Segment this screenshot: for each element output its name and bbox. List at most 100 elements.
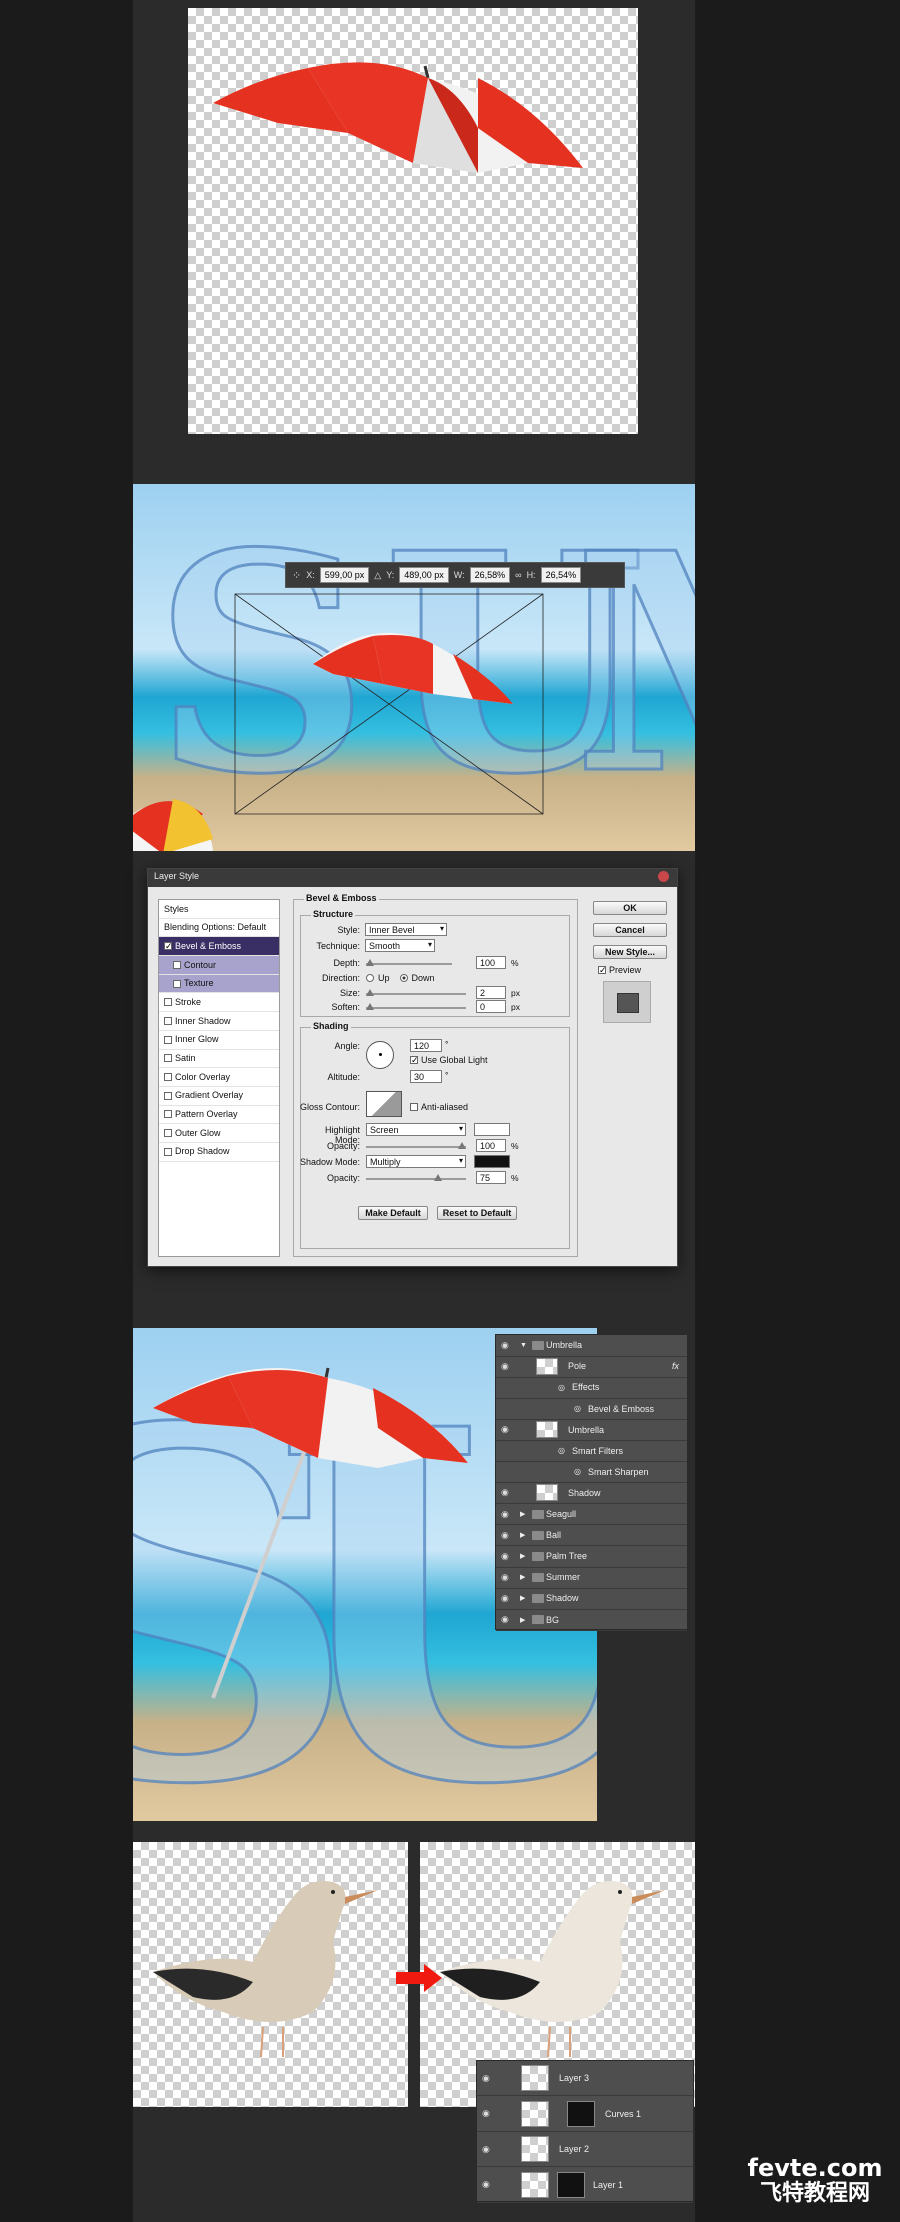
gloss-contour-picker[interactable] <box>366 1091 402 1117</box>
expand-arrow-icon[interactable]: ▶ <box>520 1594 525 1602</box>
style-checkbox[interactable] <box>164 1073 172 1082</box>
anti-aliased-option[interactable]: Anti-aliased <box>410 1102 468 1112</box>
highlight-opacity-input[interactable]: 100 <box>476 1139 506 1152</box>
style-item[interactable]: Satin <box>159 1050 279 1069</box>
w-field[interactable]: 26,58% <box>469 567 511 583</box>
layer-row[interactable]: ◉ Pole fx <box>496 1356 687 1378</box>
style-item[interactable]: Outer Glow <box>159 1124 279 1143</box>
layer-row[interactable]: ◎ Smart Filters <box>496 1441 687 1463</box>
style-item[interactable]: Drop Shadow <box>159 1143 279 1162</box>
eye-icon[interactable]: ◉ <box>501 1530 509 1541</box>
style-item[interactable]: ✓ Bevel & Emboss <box>159 937 279 957</box>
eye-icon[interactable]: ◉ <box>482 2179 490 2190</box>
style-select[interactable]: Inner Bevel <box>365 923 447 936</box>
shadow-opacity-slider[interactable] <box>366 1174 466 1181</box>
effects-eye-icon[interactable]: ◎ <box>558 1383 565 1392</box>
fx-icon[interactable]: fx <box>672 1361 679 1371</box>
highlight-color-swatch[interactable] <box>474 1123 510 1136</box>
eye-icon[interactable]: ◉ <box>482 2144 490 2155</box>
style-checkbox[interactable] <box>164 1035 172 1044</box>
depth-slider[interactable] <box>366 959 452 966</box>
close-icon[interactable] <box>658 871 669 882</box>
highlight-mode-select[interactable]: Screen <box>366 1123 466 1136</box>
style-checkbox[interactable] <box>164 1091 172 1100</box>
size-input[interactable]: 2 <box>476 986 506 999</box>
x-field[interactable]: 599,00 px <box>319 567 370 583</box>
radio-up[interactable] <box>366 974 374 982</box>
radio-down[interactable] <box>399 974 408 982</box>
reset-to-default-button[interactable]: Reset to Default <box>437 1206 517 1220</box>
layer-row[interactable]: ◉ ▶ Summer <box>496 1567 687 1589</box>
transform-bounding-box[interactable] <box>133 484 695 851</box>
style-item[interactable]: Gradient Overlay <box>159 1087 279 1106</box>
highlight-opacity-slider[interactable] <box>366 1142 466 1149</box>
soften-input[interactable]: 0 <box>476 1000 506 1013</box>
expand-arrow-icon[interactable]: ▶ <box>520 1616 525 1624</box>
effect-eye-icon[interactable]: ◎ <box>574 1467 581 1476</box>
layer-row[interactable]: ◎ Smart Sharpen <box>496 1462 687 1484</box>
style-checkbox[interactable] <box>164 1054 172 1063</box>
layer-row[interactable]: ◉ Umbrella <box>496 1419 687 1441</box>
angle-input[interactable]: 120 <box>410 1039 442 1052</box>
style-checkbox[interactable] <box>164 1129 172 1138</box>
global-light-option[interactable]: ✓ Use Global Light <box>410 1055 488 1065</box>
layer-row[interactable]: ◉ Curves 1 <box>477 2097 693 2132</box>
style-item[interactable]: Contour <box>159 956 279 975</box>
cancel-button[interactable]: Cancel <box>593 923 667 937</box>
eye-icon[interactable]: ◉ <box>501 1593 509 1604</box>
effect-eye-icon[interactable]: ◎ <box>574 1404 581 1413</box>
eye-icon[interactable]: ◉ <box>501 1340 509 1351</box>
eye-icon[interactable]: ◉ <box>501 1509 509 1520</box>
eye-icon[interactable]: ◉ <box>501 1424 509 1435</box>
make-default-button[interactable]: Make Default <box>358 1206 428 1220</box>
h-field[interactable]: 26,54% <box>540 567 582 583</box>
y-field[interactable]: 489,00 px <box>399 567 449 583</box>
eye-icon[interactable]: ◉ <box>482 2073 490 2084</box>
angle-wheel[interactable] <box>366 1041 394 1069</box>
eye-icon[interactable]: ◉ <box>501 1614 509 1625</box>
effects-eye-icon[interactable]: ◎ <box>558 1446 565 1455</box>
shadow-opacity-input[interactable]: 75 <box>476 1171 506 1184</box>
style-checkbox[interactable] <box>164 1147 172 1156</box>
style-checkbox[interactable] <box>164 998 172 1007</box>
eye-icon[interactable]: ◉ <box>501 1551 509 1562</box>
style-checkbox[interactable]: ✓ <box>164 942 173 951</box>
link-icon[interactable]: ∞ <box>515 570 521 580</box>
size-slider[interactable] <box>366 989 466 996</box>
expand-arrow-icon[interactable]: ▶ <box>520 1531 525 1539</box>
layer-row[interactable]: ◉ ▶ Ball <box>496 1525 687 1547</box>
transform-options-bar[interactable]: ⁘ X: 599,00 px △ Y: 489,00 px W: 26,58% … <box>285 562 625 588</box>
global-light-checkbox[interactable]: ✓ <box>410 1056 419 1065</box>
layer-row[interactable]: ◉ Layer 3 <box>477 2061 693 2096</box>
style-item[interactable]: Inner Glow <box>159 1031 279 1050</box>
layer-row[interactable]: ◎ Bevel & Emboss <box>496 1398 687 1420</box>
layer-row[interactable]: ◉ Layer 1 <box>477 2168 693 2203</box>
soften-slider[interactable] <box>366 1003 466 1010</box>
expand-arrow-icon[interactable]: ▶ <box>520 1573 525 1581</box>
style-item[interactable]: Stroke <box>159 993 279 1013</box>
layer-row[interactable]: ◉ Shadow <box>496 1483 687 1505</box>
preview-checkbox[interactable]: ✓ <box>598 966 607 975</box>
expand-arrow-icon[interactable]: ▼ <box>520 1342 527 1349</box>
technique-select[interactable]: Smooth <box>365 939 435 952</box>
style-item[interactable]: Inner Shadow <box>159 1012 279 1031</box>
layer-row[interactable]: ◉ Layer 2 <box>477 2132 693 2167</box>
style-item[interactable]: Color Overlay <box>159 1068 279 1087</box>
blending-options[interactable]: Blending Options: Default <box>159 919 279 938</box>
style-checkbox[interactable] <box>164 1110 172 1119</box>
eye-icon[interactable]: ◉ <box>482 2108 490 2119</box>
ok-button[interactable]: OK <box>593 901 667 915</box>
altitude-input[interactable]: 30 <box>410 1070 442 1083</box>
reference-point-icon[interactable]: ⁘ <box>292 569 301 582</box>
layer-row[interactable]: ◉ ▶ Palm Tree <box>496 1546 687 1568</box>
layer-row[interactable]: ◉ ▼ Umbrella <box>496 1335 687 1357</box>
style-checkbox[interactable] <box>164 1016 172 1025</box>
new-style-button[interactable]: New Style... <box>593 945 667 959</box>
style-item[interactable]: Pattern Overlay <box>159 1106 279 1125</box>
depth-input[interactable]: 100 <box>476 956 506 969</box>
layer-row[interactable]: ◉ ▶ BG <box>496 1609 687 1631</box>
expand-arrow-icon[interactable]: ▶ <box>520 1510 525 1518</box>
styles-header[interactable]: Styles <box>159 900 279 919</box>
style-checkbox[interactable] <box>173 979 181 988</box>
eye-icon[interactable]: ◉ <box>501 1487 509 1498</box>
